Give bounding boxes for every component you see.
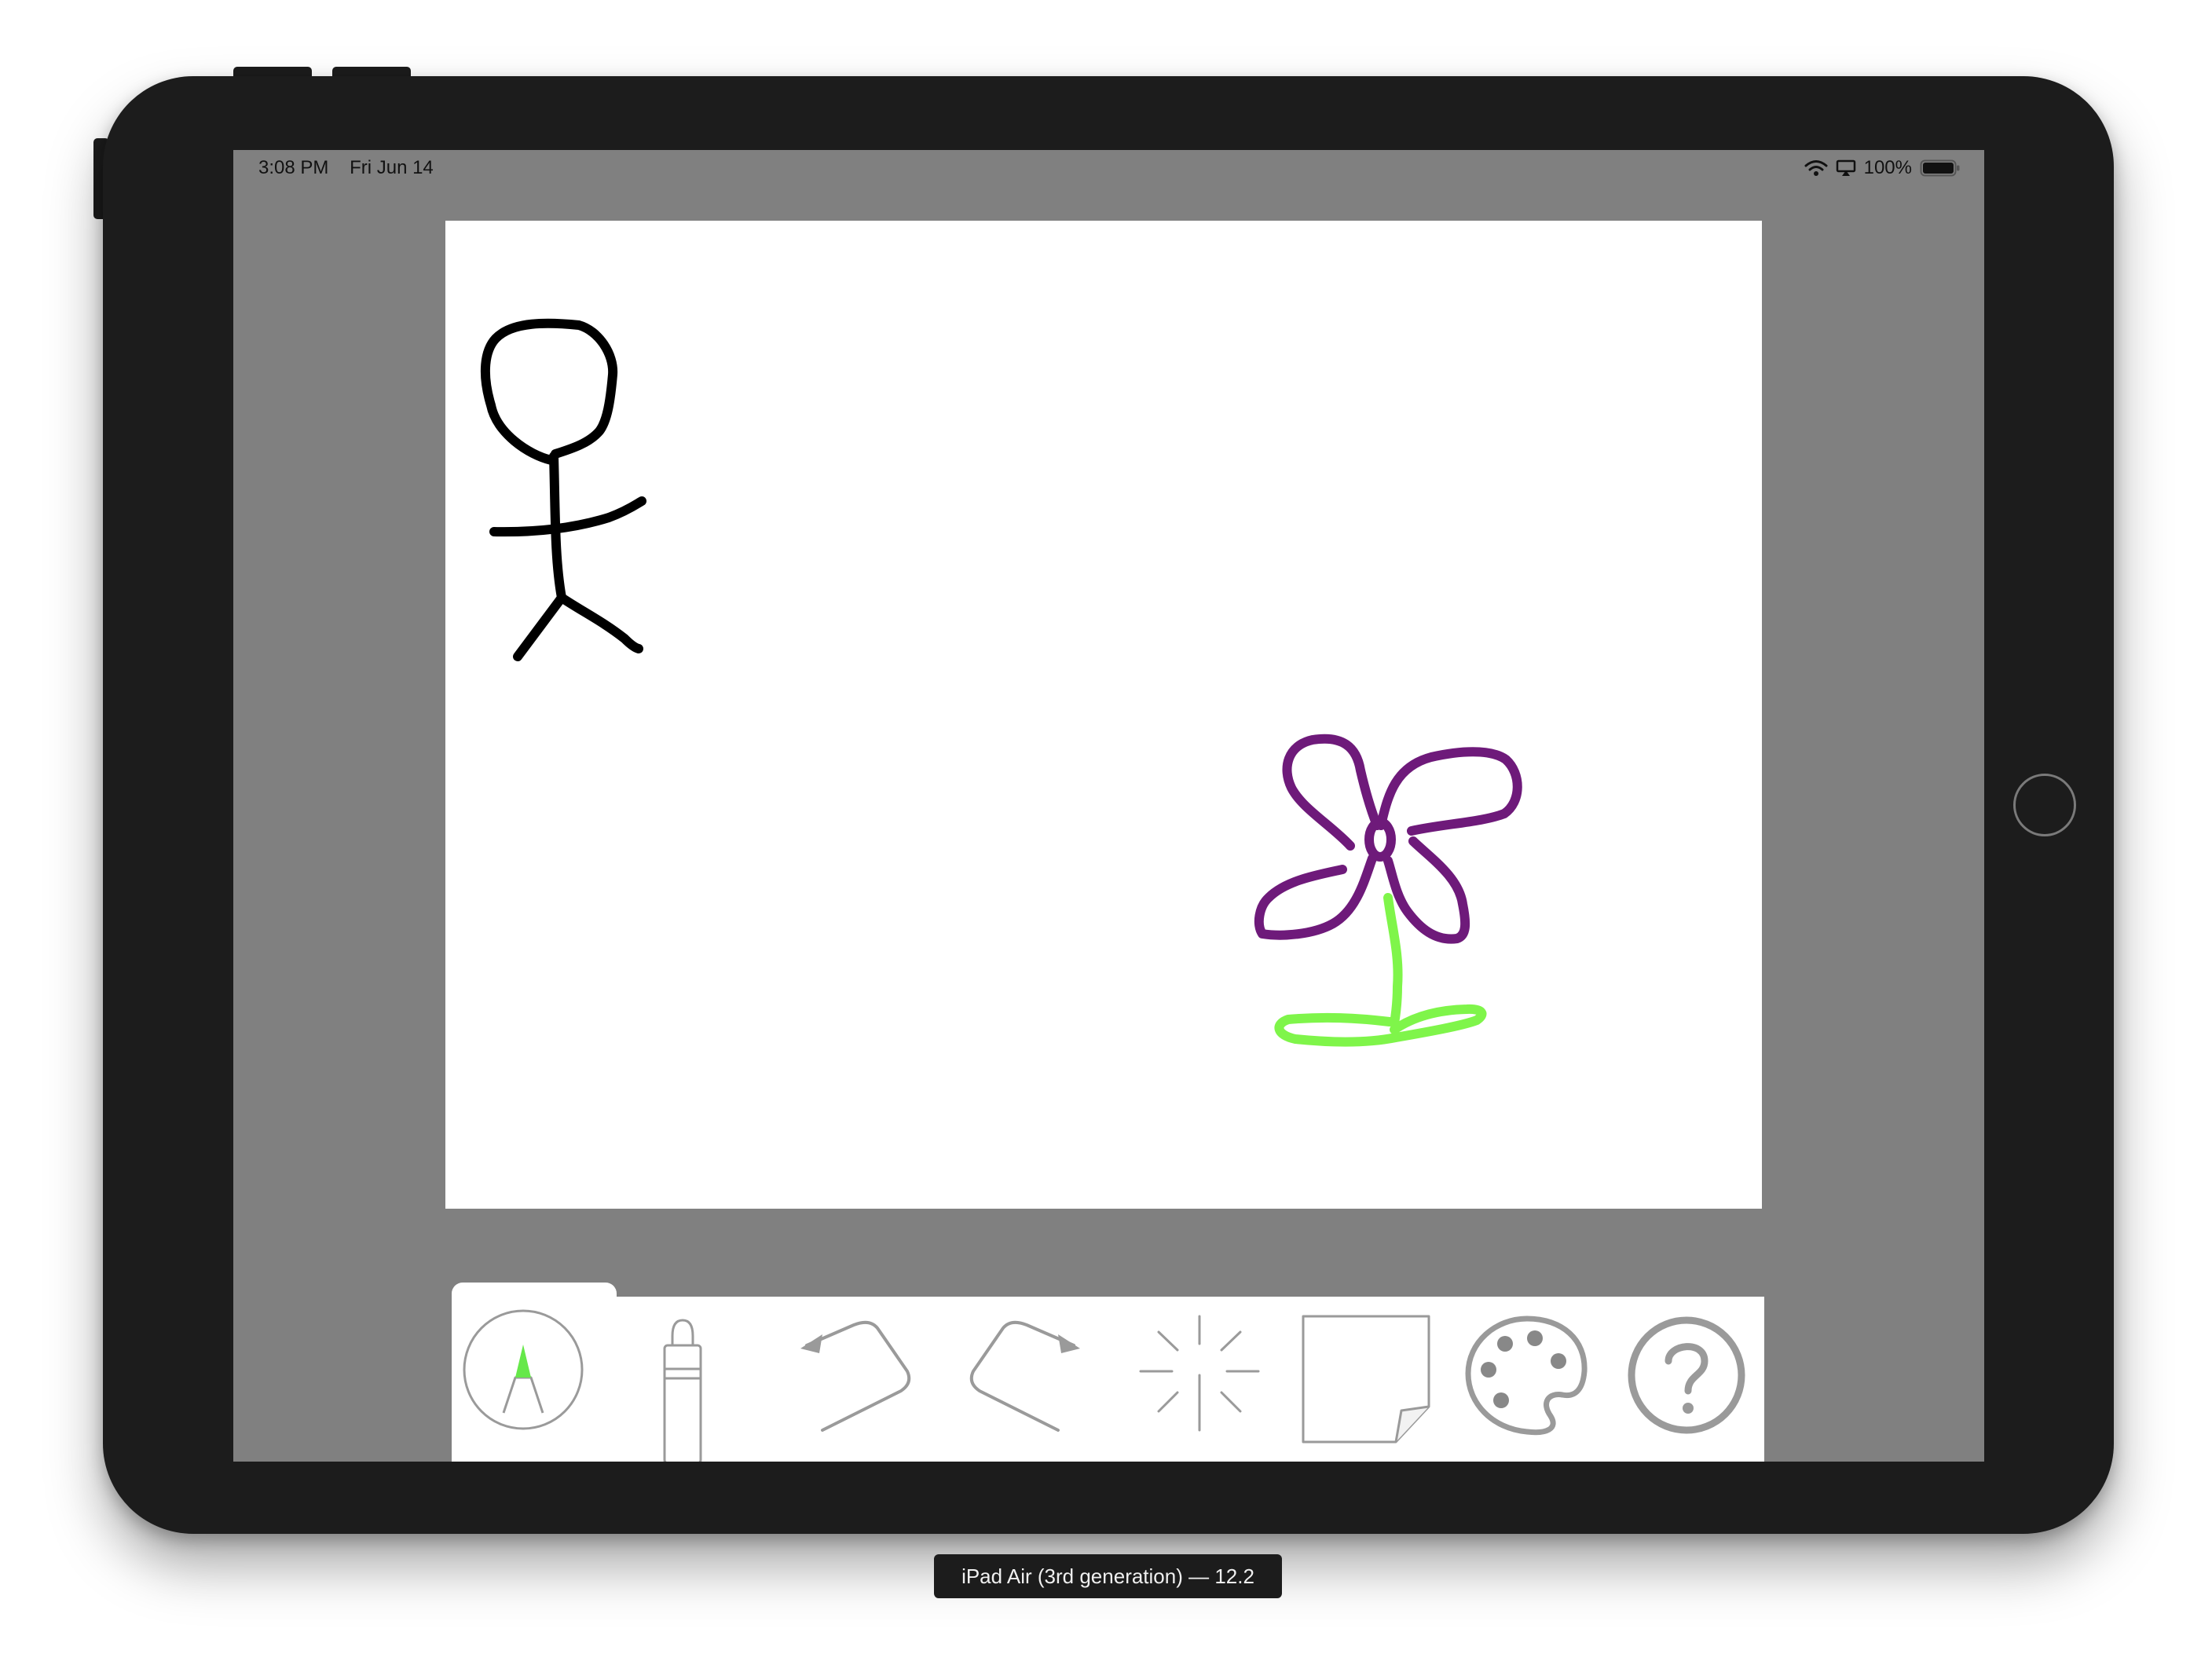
wifi-icon: [1804, 159, 1828, 177]
undo-button[interactable]: [791, 1312, 917, 1462]
home-button[interactable]: [2013, 774, 2076, 836]
status-time: 3:08 PM: [258, 157, 329, 178]
pen-tool-icon: [456, 1303, 590, 1436]
blank-page-icon: [1295, 1312, 1437, 1450]
device-screen: 3:08 PM Fri Jun 14 100%: [233, 150, 1984, 1462]
undo-icon: [791, 1312, 917, 1438]
status-right: 100%: [1804, 157, 1961, 179]
palette-icon: [1460, 1312, 1594, 1438]
eraser-tool-button[interactable]: [655, 1312, 710, 1462]
eraser-icon: [655, 1312, 710, 1462]
new-page-button[interactable]: [1295, 1312, 1437, 1462]
status-date: Fri Jun 14: [350, 157, 434, 178]
redo-button[interactable]: [964, 1312, 1090, 1462]
status-left: 3:08 PM Fri Jun 14: [258, 157, 449, 179]
redo-icon: [964, 1312, 1090, 1438]
flower-stem-drawing: [1274, 893, 1487, 1047]
simulator-stage: 3:08 PM Fri Jun 14 100% iPad Air (3rd ge…: [0, 0, 2212, 1665]
help-button[interactable]: [1624, 1312, 1749, 1462]
pen-tool-button[interactable]: [456, 1303, 590, 1452]
drawing-canvas[interactable]: [445, 221, 1762, 1209]
battery-percent: 100%: [1863, 157, 1912, 178]
airplay-icon: [1836, 159, 1856, 177]
sparkle-clear-icon: [1137, 1312, 1262, 1438]
status-bar: 3:08 PM Fri Jun 14 100%: [233, 150, 1984, 183]
help-icon: [1624, 1312, 1749, 1438]
device-caption: iPad Air (3rd generation) — 12.2: [934, 1554, 1282, 1598]
color-palette-button[interactable]: [1460, 1312, 1594, 1462]
battery-icon: [1920, 159, 1961, 177]
stick-figure-drawing: [480, 318, 646, 661]
clear-canvas-button[interactable]: [1137, 1312, 1262, 1462]
